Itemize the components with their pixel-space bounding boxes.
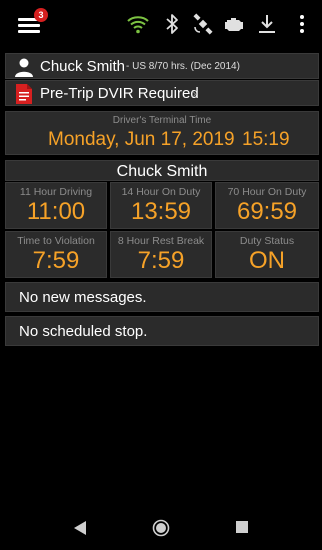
notification-badge: 3	[34, 8, 48, 22]
user-icon	[15, 58, 33, 77]
bluetooth-icon	[166, 14, 178, 34]
messages-row[interactable]: No new messages.	[5, 282, 319, 312]
hos-cell-11-hour-driving[interactable]: 11 Hour Driving 11:00	[5, 182, 107, 229]
terminal-time-label: Driver's Terminal Time	[112, 115, 212, 126]
hos-cell-label: 70 Hour On Duty	[227, 186, 307, 198]
hos-cell-70-hour-on-duty[interactable]: 70 Hour On Duty 69:59	[215, 182, 319, 229]
hos-cell-label: 8 Hour Rest Break	[117, 235, 205, 247]
hos-cell-value: 7:59	[137, 247, 185, 274]
hos-cell-value: 13:59	[130, 198, 192, 225]
menu-icon-line	[18, 24, 40, 27]
wifi-icon	[127, 16, 149, 34]
terminal-clock: 15:19	[242, 129, 290, 150]
hos-cell-label: 11 Hour Driving	[19, 186, 93, 198]
stops-row[interactable]: No scheduled stop.	[5, 316, 319, 346]
terminal-date: Monday, Jun 17, 2019	[48, 129, 235, 150]
download-icon[interactable]	[255, 12, 279, 36]
stops-text: No scheduled stop.	[19, 323, 148, 340]
hos-cell-8-hour-rest-break[interactable]: 8 Hour Rest Break 7:59	[110, 231, 212, 278]
dvir-row[interactable]: Pre-Trip DVIR Required ›	[5, 80, 319, 106]
driver-ruleset: - US 8/70 hrs. (Dec 2014)	[126, 61, 240, 72]
more-vert-icon[interactable]	[290, 12, 314, 36]
recent-apps-icon[interactable]	[236, 521, 248, 533]
hos-cell-time-to-violation[interactable]: Time to Violation 7:59	[5, 231, 107, 278]
hos-cell-duty-status[interactable]: Duty Status ON	[215, 231, 319, 278]
hos-cell-14-hour-on-duty[interactable]: 14 Hour On Duty 13:59	[110, 182, 212, 229]
hos-cell-label: Duty Status	[239, 235, 295, 247]
hos-cell-label: Time to Violation	[17, 235, 95, 247]
engine-icon	[225, 18, 243, 31]
hos-driver-name: Chuck Smith	[116, 163, 208, 180]
hos-cell-value: ON	[249, 247, 285, 274]
app-bar: 3	[0, 0, 322, 48]
back-icon[interactable]	[72, 520, 88, 536]
system-nav-bar	[0, 505, 322, 550]
hos-cell-value: 69:59	[236, 198, 298, 225]
hos-cell-label: 14 Hour On Duty	[121, 186, 201, 198]
chevron-right-icon: ›	[192, 85, 197, 101]
driver-row[interactable]: Chuck Smith - US 8/70 hrs. (Dec 2014)	[5, 53, 319, 79]
satellite-icon	[193, 13, 213, 35]
dvir-label: Pre-Trip DVIR Required	[40, 85, 199, 102]
home-icon[interactable]	[152, 519, 170, 537]
hos-driver-header: Chuck Smith	[5, 160, 319, 181]
document-icon	[16, 84, 32, 104]
terminal-time-panel: Driver's Terminal Time Monday, Jun 17, 2…	[5, 111, 319, 155]
hos-cell-value: 11:00	[26, 198, 86, 225]
hos-cell-value: 7:59	[32, 247, 80, 274]
driver-name: Chuck Smith	[40, 58, 126, 75]
messages-text: No new messages.	[19, 289, 147, 306]
menu-icon-line	[18, 30, 40, 33]
